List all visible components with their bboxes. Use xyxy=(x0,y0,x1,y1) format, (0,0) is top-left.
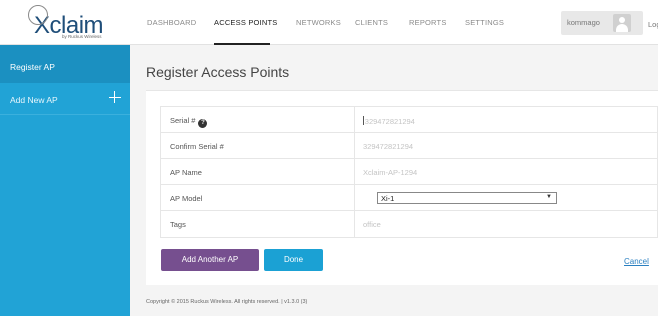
logo-ring-icon xyxy=(28,5,48,25)
tags-input[interactable]: office xyxy=(363,220,381,229)
sidebar-title: Register AP xyxy=(10,62,55,72)
ap-model-label: AP Model xyxy=(170,194,203,203)
sidebar-item-register-ap[interactable]: Register AP xyxy=(0,45,130,83)
plus-icon[interactable] xyxy=(109,91,121,103)
nav-reports[interactable]: REPORTS xyxy=(409,0,465,45)
nav-clients[interactable]: CLIENTS xyxy=(355,0,409,45)
add-another-ap-button[interactable]: Add Another AP xyxy=(161,249,259,271)
sidebar: Register AP Add New AP xyxy=(0,45,130,316)
confirm-serial-input[interactable]: 329472821294 xyxy=(363,142,413,151)
nav-dashboard[interactable]: DASHBOARD xyxy=(147,0,214,45)
ap-name-input[interactable]: Xclaim-AP-1294 xyxy=(363,168,417,177)
cancel-link[interactable]: Cancel xyxy=(624,257,649,266)
done-button[interactable]: Done xyxy=(264,249,323,271)
nav-networks[interactable]: NETWORKS xyxy=(296,0,355,45)
page-title: Register Access Points xyxy=(146,64,290,80)
sidebar-add-label: Add New AP xyxy=(10,95,58,105)
form-row-confirm-serial: Confirm Serial # 329472821294 xyxy=(161,133,657,159)
serial-input[interactable]: 329472821294 xyxy=(363,116,415,126)
logo-subtitle: by Ruckus Wireless xyxy=(62,34,102,39)
avatar-icon xyxy=(613,14,631,32)
register-form: Serial #? 329472821294 Confirm Serial # … xyxy=(160,106,658,238)
ap-model-value: Xi-1 xyxy=(381,194,395,203)
sidebar-item-add-new-ap[interactable]: Add New AP xyxy=(0,83,130,115)
nav-access-points[interactable]: ACCESS POINTS xyxy=(214,0,277,45)
main-nav: DASHBOARD ACCESS POINTS NETWORKS CLIENTS… xyxy=(147,0,525,45)
register-form-card: Serial #? 329472821294 Confirm Serial # … xyxy=(146,90,658,285)
form-row-serial: Serial #? 329472821294 xyxy=(161,107,657,133)
chevron-down-icon: ▼ xyxy=(546,194,552,200)
top-bar: Xclaim by Ruckus Wireless DASHBOARD ACCE… xyxy=(0,0,658,45)
ap-model-select[interactable]: Xi-1 ▼ xyxy=(377,192,557,204)
serial-label: Serial #? xyxy=(170,116,208,128)
nav-settings[interactable]: SETTINGS xyxy=(465,0,525,45)
tags-label: Tags xyxy=(170,220,186,229)
username: kommago xyxy=(567,18,600,27)
logout-link[interactable]: Logo xyxy=(648,20,658,29)
form-row-ap-model: AP Model Xi-1 ▼ xyxy=(161,185,657,211)
footer-copyright: Copyright © 2015 Ruckus Wireless. All ri… xyxy=(146,299,308,305)
form-row-tags: Tags office xyxy=(161,211,657,237)
confirm-serial-label: Confirm Serial # xyxy=(170,142,224,151)
form-row-ap-name: AP Name Xclaim-AP-1294 xyxy=(161,159,657,185)
xclaim-logo[interactable]: Xclaim by Ruckus Wireless xyxy=(28,4,130,42)
app-window: Xclaim by Ruckus Wireless DASHBOARD ACCE… xyxy=(0,0,658,316)
ap-name-label: AP Name xyxy=(170,168,202,177)
info-icon[interactable]: ? xyxy=(198,119,208,128)
user-menu[interactable]: kommago xyxy=(561,11,643,35)
